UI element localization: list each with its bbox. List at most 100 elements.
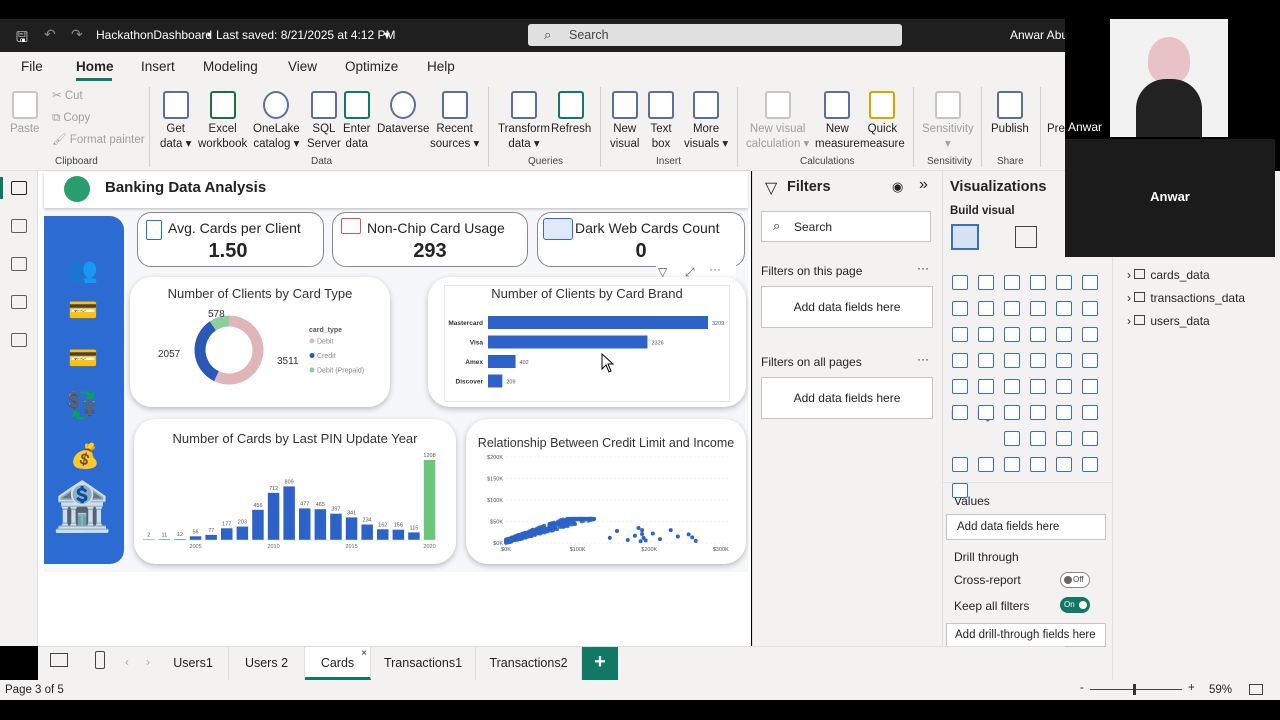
new-measure-button[interactable]: New measure: [815, 91, 860, 152]
tmdl-view-icon[interactable]: [11, 333, 27, 347]
more-options-icon[interactable]: ···: [917, 261, 929, 275]
page-tab-users1[interactable]: Users1: [158, 647, 229, 680]
refresh-button[interactable]: Refresh: [551, 91, 591, 137]
close-icon[interactable]: ×: [361, 637, 367, 670]
visual-type-icon[interactable]: [1056, 457, 1072, 472]
visual-type-icon[interactable]: [1082, 457, 1098, 472]
menu-optimize[interactable]: Optimize: [345, 59, 398, 74]
collapse-icon[interactable]: »: [919, 176, 928, 194]
visual-type-icon[interactable]: [978, 353, 994, 368]
save-icon[interactable]: 🖫: [16, 27, 28, 51]
visual-type-icon[interactable]: [1004, 353, 1020, 368]
table-cards-data[interactable]: › cards_data: [1127, 268, 1210, 282]
zoom-slider-thumb[interactable]: [1133, 684, 1137, 695]
visual-type-icon[interactable]: [978, 457, 994, 472]
drill-through-drop-zone[interactable]: Add drill-through fields here: [946, 623, 1106, 647]
page-tab-transactions1[interactable]: Transactions1: [371, 647, 476, 680]
visual-type-icon[interactable]: [952, 483, 968, 498]
values-drop-zone[interactable]: Add data fields here: [946, 514, 1106, 540]
menu-insert[interactable]: Insert: [141, 59, 175, 74]
model-view-icon[interactable]: [11, 257, 27, 271]
excel-workbook-button[interactable]: Excel workbook: [198, 91, 247, 152]
last-saved-text[interactable]: Last saved: 8/21/2025 at 4:12 PM: [216, 28, 395, 42]
table-users-data[interactable]: › users_data: [1127, 314, 1210, 328]
dax-query-icon[interactable]: [11, 295, 27, 309]
scatter-chart-credit-income[interactable]: Relationship Between Credit Limit and In…: [466, 419, 746, 564]
zoom-in-icon[interactable]: +: [1188, 682, 1195, 694]
visual-type-icon[interactable]: [1004, 405, 1020, 420]
eye-icon[interactable]: ◉: [892, 179, 903, 195]
fit-to-page-icon[interactable]: [1249, 684, 1263, 695]
undo-icon[interactable]: ↶: [44, 26, 56, 43]
visual-type-icon[interactable]: [1082, 353, 1098, 368]
sql-server-button[interactable]: SQL Server: [307, 91, 341, 152]
visual-type-icon[interactable]: [1082, 301, 1098, 316]
redo-icon[interactable]: ↷: [71, 26, 83, 43]
visual-type-icon[interactable]: [952, 405, 968, 420]
visual-type-icon[interactable]: [952, 457, 968, 472]
text-box-button[interactable]: Text box: [648, 91, 674, 152]
visual-type-icon[interactable]: [1056, 405, 1072, 420]
copy-button[interactable]: ⧉ Copy: [52, 111, 90, 126]
visual-type-icon[interactable]: [1082, 405, 1098, 420]
sensitivity-button[interactable]: Sensitivity ▾: [922, 91, 974, 152]
visual-type-icon[interactable]: [1030, 431, 1046, 446]
visual-type-icon[interactable]: [1004, 275, 1020, 290]
cross-report-toggle[interactable]: Off: [1060, 572, 1090, 588]
visual-type-icon[interactable]: [1030, 457, 1046, 472]
card-icon[interactable]: 💳: [68, 344, 98, 373]
menu-view[interactable]: View: [288, 59, 317, 74]
visual-type-icon[interactable]: [952, 327, 968, 342]
scroll-left-icon[interactable]: ‹: [125, 655, 129, 669]
filters-search-input[interactable]: ⌕ Search: [761, 211, 931, 242]
visual-type-icon[interactable]: [1004, 301, 1020, 316]
users-icon[interactable]: 👥: [68, 256, 98, 285]
visual-type-icon[interactable]: [1082, 379, 1098, 394]
new-visual-calculation-button[interactable]: New visual calculation ▾: [746, 91, 809, 152]
format-visual-tab[interactable]: [1015, 226, 1037, 248]
visual-type-icon[interactable]: [1004, 431, 1020, 446]
donut-chart-card-type[interactable]: Number of Clients by Card Type 578 2057 35…: [130, 277, 390, 407]
visual-type-icon[interactable]: [978, 275, 994, 290]
add-fields-this-page[interactable]: Add data fields here: [761, 286, 933, 328]
recent-sources-button[interactable]: Recent sources ▾: [430, 91, 479, 152]
visual-type-icon[interactable]: [1030, 405, 1046, 420]
mobile-layout-icon[interactable]: [95, 651, 105, 669]
more-options-icon[interactable]: ···: [917, 352, 929, 366]
menu-help[interactable]: Help: [427, 59, 455, 74]
visual-type-icon[interactable]: [1056, 431, 1072, 446]
card-payment-icon[interactable]: 💳: [68, 296, 98, 325]
onelake-catalog-button[interactable]: OneLake catalog ▾: [253, 91, 300, 152]
menu-home[interactable]: Home: [76, 59, 114, 74]
visual-type-icon[interactable]: [1030, 353, 1046, 368]
menu-file[interactable]: File: [21, 59, 43, 74]
format-painter-button[interactable]: 🖌 Format painter: [52, 133, 145, 148]
more-options-icon[interactable]: ···: [709, 262, 721, 276]
visual-type-icon[interactable]: [952, 275, 968, 290]
desktop-layout-icon[interactable]: [50, 653, 68, 667]
visual-type-icon[interactable]: [1056, 275, 1072, 290]
table-transactions-data[interactable]: › transactions_data: [1127, 291, 1245, 305]
cut-button[interactable]: ✂ Cut: [52, 89, 83, 104]
keep-all-filters-toggle[interactable]: On: [1060, 597, 1090, 613]
add-fields-all-pages[interactable]: Add data fields here: [761, 377, 933, 419]
visual-type-icon[interactable]: [978, 379, 994, 394]
visual-type-icon[interactable]: [952, 301, 968, 316]
visual-type-icon[interactable]: [1056, 301, 1072, 316]
get-data-button[interactable]: Get data ▾: [160, 91, 191, 152]
page-tab-cards[interactable]: Cards ×: [305, 647, 371, 680]
transactions-icon[interactable]: 💱: [66, 390, 98, 421]
visual-type-icon[interactable]: [978, 327, 994, 342]
visual-type-icon[interactable]: [1056, 327, 1072, 342]
visual-type-icon[interactable]: [1004, 379, 1020, 394]
visual-type-icon[interactable]: [1030, 275, 1046, 290]
bar-chart-card-brand[interactable]: Number of Clients by Card Brand Masterca…: [428, 277, 746, 407]
publish-button[interactable]: Publish: [991, 91, 1029, 137]
visual-type-icon[interactable]: [1082, 431, 1098, 446]
more-visuals-button[interactable]: More visuals ▾: [684, 91, 728, 152]
visual-type-icon[interactable]: [1030, 301, 1046, 316]
visual-type-icon[interactable]: [978, 405, 994, 420]
kpi-card-dark-web[interactable]: Dark Web Cards Count 0: [537, 212, 745, 267]
enter-data-button[interactable]: Enter data: [343, 91, 371, 152]
build-visual-tab[interactable]: [951, 224, 979, 250]
